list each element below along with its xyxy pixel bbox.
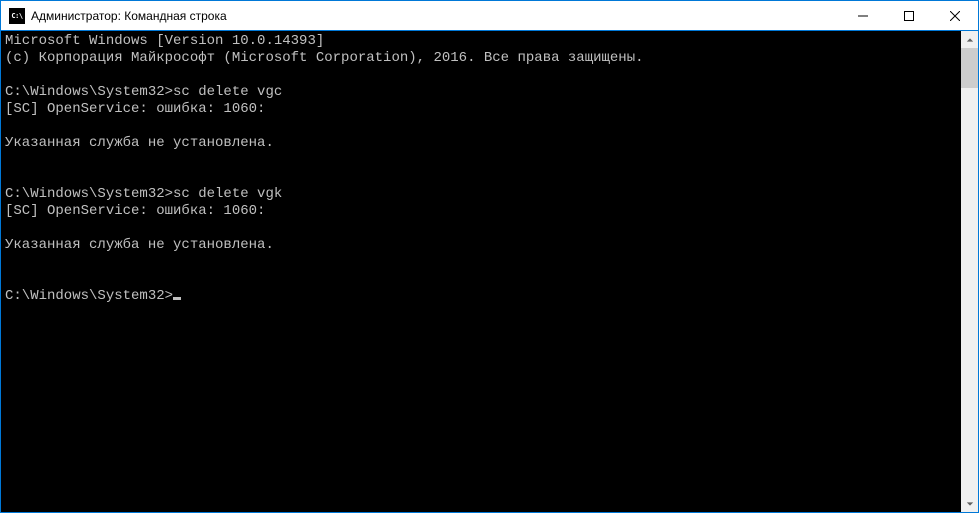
- chevron-up-icon: [966, 36, 974, 44]
- chevron-down-icon: [966, 500, 974, 508]
- vertical-scrollbar[interactable]: [961, 31, 978, 512]
- console-output[interactable]: Microsoft Windows [Version 10.0.14393] (…: [1, 31, 961, 512]
- app-icon: C:\: [9, 8, 25, 24]
- client-area: Microsoft Windows [Version 10.0.14393] (…: [1, 31, 978, 512]
- scroll-down-button[interactable]: [961, 495, 978, 512]
- minimize-icon: [858, 11, 868, 21]
- scroll-track[interactable]: [961, 48, 978, 495]
- scroll-thumb[interactable]: [961, 48, 978, 88]
- close-icon: [950, 11, 960, 21]
- scroll-up-button[interactable]: [961, 31, 978, 48]
- maximize-icon: [904, 11, 914, 21]
- text-cursor: [173, 297, 181, 300]
- close-button[interactable]: [932, 1, 978, 30]
- titlebar[interactable]: C:\ Администратор: Командная строка: [1, 1, 978, 31]
- window-controls: [840, 1, 978, 30]
- window-title: Администратор: Командная строка: [31, 9, 840, 23]
- command-prompt-window: C:\ Администратор: Командная строка Micr…: [0, 0, 979, 513]
- minimize-button[interactable]: [840, 1, 886, 30]
- maximize-button[interactable]: [886, 1, 932, 30]
